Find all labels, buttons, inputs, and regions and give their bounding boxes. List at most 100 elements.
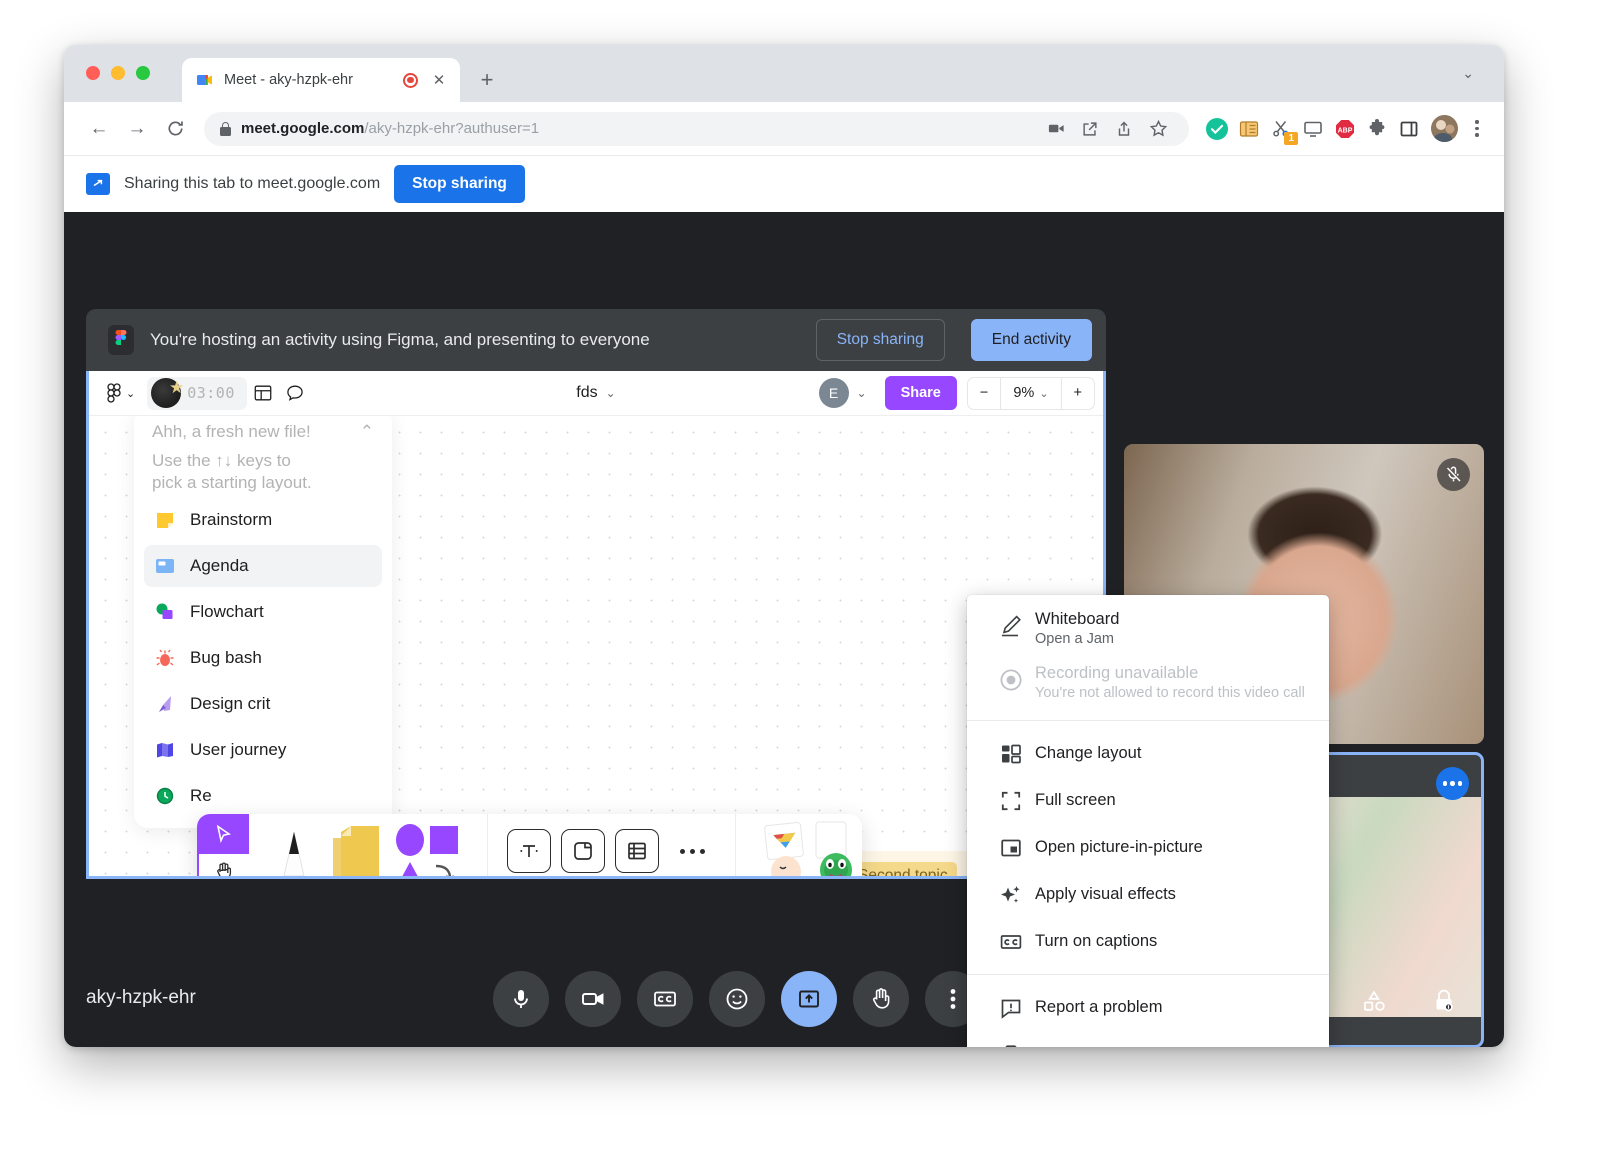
layout-item-design-crit[interactable]: Design crit xyxy=(144,683,382,725)
open-in-new-icon[interactable] xyxy=(1073,112,1107,146)
whiteboard-pen-icon xyxy=(987,613,1035,639)
layout-item-retro[interactable]: Re xyxy=(144,775,382,817)
menu-item-report-abuse[interactable]: Report abuse xyxy=(967,1031,1329,1047)
menu-item-sublabel: You're not allowed to record this video … xyxy=(1035,685,1305,701)
browser-menu-button[interactable] xyxy=(1464,112,1490,146)
notes-extension-icon[interactable] xyxy=(1233,112,1265,146)
camera-button[interactable] xyxy=(565,971,621,1027)
activity-banner: You're hosting an activity using Figma, … xyxy=(86,309,1106,371)
layout-item-agenda[interactable]: Agenda xyxy=(144,545,382,587)
browser-toolbar: ← → meet.google.com/aky-hzpk-ehr?authuse… xyxy=(64,102,1504,155)
layout-item-brainstorm[interactable]: Brainstorm xyxy=(144,499,382,541)
maximize-window-button[interactable] xyxy=(136,66,150,80)
change-layout-icon xyxy=(987,742,1035,766)
stop-sharing-button[interactable]: Stop sharing xyxy=(394,165,525,203)
tab-recording-indicator-icon[interactable] xyxy=(403,73,418,88)
raise-hand-button[interactable] xyxy=(853,971,909,1027)
address-bar[interactable]: meet.google.com/aky-hzpk-ehr?authuser=1 xyxy=(204,112,1189,146)
figma-user-avatar[interactable]: E xyxy=(819,378,849,408)
reload-button[interactable] xyxy=(156,110,194,148)
adblock-plus-icon[interactable]: ABP xyxy=(1329,112,1361,146)
zoom-in-button[interactable]: + xyxy=(1061,378,1094,409)
table-tool[interactable] xyxy=(615,829,659,873)
screen-share-icon xyxy=(86,173,110,195)
side-panel-icon[interactable] xyxy=(1393,112,1425,146)
minimize-window-button[interactable] xyxy=(111,66,125,80)
figma-menu-icon[interactable]: ⌄ xyxy=(101,377,141,409)
extensions-puzzle-icon[interactable] xyxy=(1361,112,1393,146)
tile-more-options[interactable] xyxy=(1436,767,1469,800)
share-icon[interactable] xyxy=(1107,112,1141,146)
microphone-button[interactable] xyxy=(493,971,549,1027)
menu-item-report-problem[interactable]: Report a problem xyxy=(967,984,1329,1031)
menu-item-change-layout[interactable]: Change layout xyxy=(967,730,1329,777)
browser-tab[interactable]: Meet - aky-hzpk-ehr ✕ xyxy=(182,58,460,102)
timer-value: 03:00 xyxy=(187,384,235,402)
zoom-out-button[interactable]: − xyxy=(968,378,1000,409)
close-window-button[interactable] xyxy=(86,66,100,80)
menu-item-label: Turn on captions xyxy=(1035,931,1157,952)
file-name-label: fds xyxy=(576,384,597,402)
window-traffic-lights xyxy=(86,66,150,80)
menu-divider xyxy=(967,720,1329,721)
chevron-up-icon[interactable]: ⌃ xyxy=(360,422,374,442)
menu-item-whiteboard[interactable]: Whiteboard Open a Jam xyxy=(967,603,1329,657)
layout-item-label: Brainstorm xyxy=(190,510,272,530)
profile-avatar[interactable] xyxy=(1431,115,1458,142)
section-tool[interactable] xyxy=(561,829,605,873)
forward-button[interactable]: → xyxy=(118,110,156,148)
activity-stop-sharing-button[interactable]: Stop sharing xyxy=(816,319,945,361)
host-controls-button[interactable] xyxy=(1420,977,1468,1025)
grammarly-icon[interactable] xyxy=(1201,112,1233,146)
new-tab-button[interactable]: + xyxy=(470,63,504,97)
figma-zoom-controls: − 9%⌄ + xyxy=(967,377,1095,410)
sticker-previews: 5:00 xyxy=(750,814,858,879)
screen-cast-extension-icon[interactable] xyxy=(1297,112,1329,146)
bookmark-star-icon[interactable] xyxy=(1141,112,1175,146)
layout-item-label: Design crit xyxy=(190,694,270,714)
sticky-note-tool[interactable] xyxy=(325,814,387,879)
menu-item-label: Report a problem xyxy=(1035,997,1162,1018)
layout-item-user-journey[interactable]: User journey xyxy=(144,729,382,771)
figma-file-name[interactable]: fds ⌄ xyxy=(576,384,615,402)
back-button[interactable]: ← xyxy=(80,110,118,148)
avatar-chevron-down-icon[interactable]: ⌄ xyxy=(849,386,875,400)
figma-canvas[interactable]: Ahh, a fresh new file! ⌃ Use the ↑↓ keys… xyxy=(89,416,1103,879)
menu-item-captions[interactable]: Turn on captions xyxy=(967,918,1329,965)
present-button[interactable] xyxy=(781,971,837,1027)
layout-item-flowchart[interactable]: Flowchart xyxy=(144,591,382,633)
agenda-board-icon xyxy=(154,555,176,577)
chevron-down-icon[interactable]: ⌄ xyxy=(1462,65,1474,82)
google-meet-favicon xyxy=(196,71,214,89)
layout-item-label: Agenda xyxy=(190,556,249,576)
layout-item-bug-bash[interactable]: Bug bash xyxy=(144,637,382,679)
reactions-button[interactable] xyxy=(709,971,765,1027)
activities-button[interactable] xyxy=(1350,977,1398,1025)
sharing-status-text: Sharing this tab to meet.google.com xyxy=(124,175,380,193)
menu-item-picture-in-picture[interactable]: Open picture-in-picture xyxy=(967,824,1329,871)
scissors-clip-icon[interactable]: 1 xyxy=(1265,112,1297,146)
tab-close-button[interactable]: ✕ xyxy=(428,69,450,91)
end-activity-button[interactable]: End activity xyxy=(971,319,1092,361)
captions-button[interactable] xyxy=(637,971,693,1027)
figma-toolbar-right: E ⌄ Share − 9%⌄ + xyxy=(819,376,1096,410)
media-cast-icon[interactable] xyxy=(1039,112,1073,146)
pen-marker-tool[interactable] xyxy=(263,814,325,879)
flowchart-icon xyxy=(154,601,176,623)
more-tools[interactable] xyxy=(664,849,721,854)
zoom-level-button[interactable]: 9%⌄ xyxy=(1000,378,1060,409)
hand-tool[interactable] xyxy=(197,854,249,879)
menu-item-full-screen[interactable]: Full screen xyxy=(967,777,1329,824)
figma-share-button[interactable]: Share xyxy=(885,376,957,410)
tab-title: Meet - aky-hzpk-ehr xyxy=(224,72,393,88)
move-cursor-tool[interactable] xyxy=(197,814,249,854)
text-tool[interactable] xyxy=(507,829,551,873)
figma-timer[interactable]: ★ 03:00 xyxy=(147,377,247,410)
stickers-tray[interactable]: 5:00 xyxy=(735,814,862,879)
menu-item-label: Full screen xyxy=(1035,790,1116,811)
comment-bubble-icon[interactable] xyxy=(279,377,311,409)
shapes-tool[interactable] xyxy=(387,814,473,879)
layout-grid-icon[interactable] xyxy=(247,377,279,409)
menu-item-visual-effects[interactable]: Apply visual effects xyxy=(967,871,1329,918)
screenshot-root: Meet - aky-hzpk-ehr ✕ + ⌄ ← → meet.googl… xyxy=(0,0,1600,1157)
